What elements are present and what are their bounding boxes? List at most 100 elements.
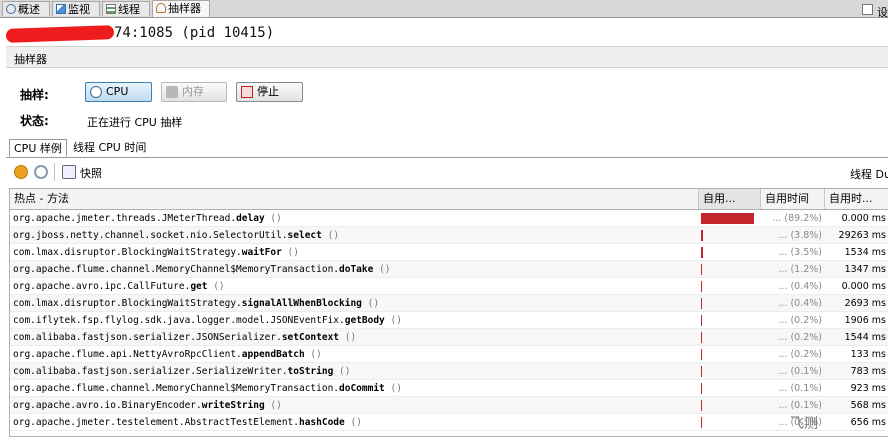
self-time-cell: 1347 ms (844, 264, 886, 275)
table-row[interactable]: org.apache.jmeter.testelement.AbstractTe… (10, 414, 888, 431)
self-bar-cell (700, 346, 760, 363)
table-row[interactable]: com.lmax.disruptor.BlockingWaitStrategy.… (10, 244, 888, 261)
tab-monitor[interactable]: 监视 (52, 1, 100, 16)
method-name: waitFor (241, 247, 282, 258)
table-row[interactable]: org.apache.flume.channel.MemoryChannel$M… (10, 380, 888, 397)
stop-button-label: 停止 (257, 85, 279, 98)
tab-thread-cpu-time[interactable]: 线程 CPU 时间 (69, 139, 150, 157)
process-title-text: 74:1085 (pid 10415) (114, 25, 275, 41)
method-name: doTake (339, 264, 374, 275)
method-name: writeString (201, 400, 265, 411)
snapshot-label[interactable]: 快照 (80, 165, 102, 181)
self-percent-cell: ... (0.4%) (778, 298, 822, 309)
method-cell: com.iflytek.fsp.flylog.sdk.java.logger.m… (13, 312, 697, 329)
cpu-sample-button[interactable]: CPU (85, 82, 152, 102)
column-self-time[interactable]: 自用时间 (761, 189, 825, 209)
threads-dump-label[interactable]: 线程 Du (850, 166, 888, 182)
self-percent-cell: ... (3.5%) (778, 247, 822, 258)
method-package: com.iflytek.fsp.flylog.sdk.java.logger.m… (13, 315, 345, 326)
monitor-icon (56, 4, 66, 14)
tab-cpu-samples[interactable]: CPU 样例 (9, 139, 67, 157)
table-row[interactable]: org.apache.avro.ipc.CallFuture.get ()...… (10, 278, 888, 295)
tab-bar: 概述 监视 线程 抽样器 (0, 0, 888, 18)
subtab-label: 线程 CPU 时间 (73, 141, 147, 154)
column-self-bar[interactable]: 自用... (699, 189, 761, 209)
self-time-cell: 0.000 ms (841, 213, 886, 224)
method-package: org.apache.jmeter.testelement.AbstractTe… (13, 417, 299, 428)
sampler-subtabs: CPU 样例 线程 CPU 时间 (6, 139, 888, 158)
method-name: getBody (344, 315, 385, 326)
method-suffix: () (333, 366, 351, 377)
self-bar-cell (700, 295, 760, 312)
self-bar-cell (700, 414, 760, 431)
pause-icon[interactable] (14, 165, 28, 179)
stop-icon (241, 86, 253, 98)
table-row[interactable]: com.iflytek.fsp.flylog.sdk.java.logger.m… (10, 312, 888, 329)
table-row[interactable]: com.alibaba.fastjson.serializer.Serializ… (10, 363, 888, 380)
method-name: toString (287, 366, 334, 377)
method-cell: com.lmax.disruptor.BlockingWaitStrategy.… (13, 295, 697, 312)
hotspot-table: 热点 - 方法 自用... 自用时间 自用时... org.apache.jme… (9, 188, 888, 437)
self-time-cell: 1544 ms (844, 332, 886, 343)
table-row[interactable]: com.lmax.disruptor.BlockingWaitStrategy.… (10, 295, 888, 312)
self-percent-cell: ... (0.4%) (778, 281, 822, 292)
method-name: appendBatch (241, 349, 305, 360)
self-time-bar (701, 298, 702, 309)
self-percent-cell: ... (0.2%) (778, 332, 822, 343)
method-cell: org.apache.flume.channel.MemoryChannel$M… (13, 380, 697, 397)
status-label: 状态: (20, 114, 49, 128)
column-hotspot-method[interactable]: 热点 - 方法 (10, 189, 699, 209)
method-cell: org.apache.avro.io.BinaryEncoder.writeSt… (13, 397, 697, 414)
self-time-cell: 1534 ms (844, 247, 886, 258)
settings-checkbox[interactable] (862, 4, 873, 15)
table-row[interactable]: org.apache.jmeter.threads.JMeterThread.d… (10, 210, 888, 227)
tab-overview[interactable]: 概述 (2, 1, 50, 16)
table-row[interactable]: org.jboss.netty.channel.socket.nio.Selec… (10, 227, 888, 244)
method-cell: org.apache.jmeter.testelement.AbstractTe… (13, 414, 697, 431)
sampler-header-label: 抽样器 (14, 53, 47, 66)
self-time-cell: 568 ms (850, 400, 886, 411)
column-self-time-cpu[interactable]: 自用时... (825, 189, 888, 209)
method-suffix: () (304, 349, 322, 360)
method-package: org.apache.flume.channel.MemoryChannel$M… (13, 383, 340, 394)
tab-label: 抽样器 (168, 2, 201, 15)
self-bar-cell (700, 380, 760, 397)
method-suffix: () (339, 332, 357, 343)
self-time-bar (701, 349, 702, 360)
table-header: 热点 - 方法 自用... 自用时间 自用时... (10, 189, 888, 210)
self-bar-cell (700, 227, 760, 244)
self-bar-cell (700, 397, 760, 414)
table-row[interactable]: org.apache.avro.io.BinaryEncoder.writeSt… (10, 397, 888, 414)
sample-label: 抽样: (20, 88, 49, 102)
snapshot-icon[interactable] (62, 165, 76, 179)
memory-button-label: 内存 (182, 85, 204, 98)
method-cell: com.lmax.disruptor.BlockingWaitStrategy.… (13, 244, 697, 261)
table-row[interactable]: org.apache.flume.api.NettyAvroRpcClient.… (10, 346, 888, 363)
self-time-bar (701, 264, 702, 275)
table-row[interactable]: org.apache.flume.channel.MemoryChannel$M… (10, 261, 888, 278)
self-time-bar (701, 400, 702, 411)
tab-sampler[interactable]: 抽样器 (152, 0, 210, 17)
tab-label: 监视 (68, 3, 90, 16)
method-cell: com.alibaba.fastjson.serializer.JSONSeri… (13, 329, 697, 346)
method-package: org.jboss.netty.channel.socket.nio.Selec… (13, 230, 288, 241)
self-time-cell: 783 ms (850, 366, 886, 377)
method-name: hashCode (298, 417, 345, 428)
method-cell: org.apache.avro.ipc.CallFuture.get () (13, 278, 697, 295)
self-time-bar (701, 247, 703, 258)
method-package: com.alibaba.fastjson.serializer.Serializ… (13, 366, 288, 377)
method-cell: org.apache.flume.api.NettyAvroRpcClient.… (13, 346, 697, 363)
method-suffix: () (373, 264, 391, 275)
table-row[interactable]: com.alibaba.fastjson.serializer.JSONSeri… (10, 329, 888, 346)
method-package: org.apache.jmeter.threads.JMeterThread. (13, 213, 237, 224)
refresh-icon[interactable] (34, 165, 48, 179)
stop-button[interactable]: 停止 (236, 82, 303, 102)
method-suffix: () (264, 213, 282, 224)
self-time-bar (701, 213, 754, 224)
tab-threads[interactable]: 线程 (102, 1, 150, 16)
memory-sample-button[interactable]: 内存 (161, 82, 227, 102)
method-suffix: () (207, 281, 225, 292)
self-percent-cell: ... (0.2%) (778, 315, 822, 326)
tab-label: 概述 (18, 3, 40, 16)
method-suffix: () (264, 400, 282, 411)
